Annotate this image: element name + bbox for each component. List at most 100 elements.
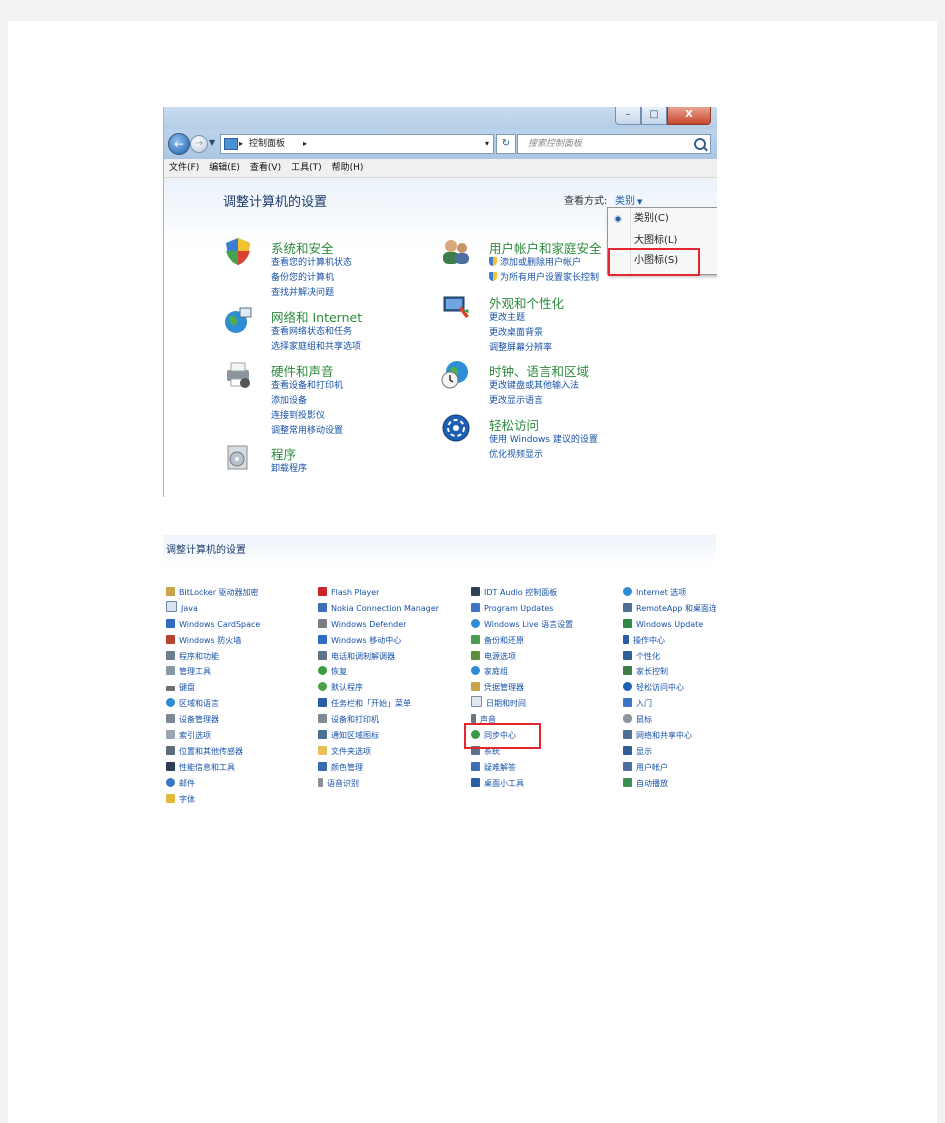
refresh-button[interactable]: ↻ [496,134,516,154]
item-mobility-center[interactable]: Windows 移动中心 [318,633,468,649]
link-homegroup-sharing[interactable]: 选择家庭组和共享选项 [271,340,361,355]
item-troubleshooting[interactable]: 疑难解答 [471,760,621,776]
item-location-sensors[interactable]: 位置和其他传感器 [166,744,316,760]
item-recovery[interactable]: 恢复 [318,664,468,680]
item-java[interactable]: Java [166,600,316,617]
item-remoteapp[interactable]: RemoteApp 和桌面连接 [623,601,716,617]
link-desktop-background[interactable]: 更改桌面背景 [489,326,552,341]
link-windows-recommended[interactable]: 使用 Windows 建议的设置 [489,433,598,448]
category-title[interactable]: 硬件和声音 [271,361,334,380]
item-cardspace[interactable]: Windows CardSpace [166,617,316,633]
link-screen-resolution[interactable]: 调整屏幕分辨率 [489,341,552,356]
item-bitlocker[interactable]: BitLocker 驱动器加密 [166,585,316,601]
item-keyboard[interactable]: 键盘 [166,680,316,696]
item-mail[interactable]: 邮件 [166,776,316,792]
item-date-time[interactable]: 日期和时间 [471,696,621,712]
breadcrumb-arrow-icon[interactable]: ▸ [303,135,307,153]
item-action-center[interactable]: 操作中心 [623,633,716,649]
item-notification-icons[interactable]: 通知区域图标 [318,728,468,744]
item-phone-modem[interactable]: 电话和调制解调器 [318,649,468,665]
menu-view[interactable]: 查看(V) [245,159,286,177]
link-devices-printers[interactable]: 查看设备和打印机 [271,379,343,394]
item-fonts[interactable]: 字体 [166,792,316,808]
item-internet-options[interactable]: Internet 选项 [623,585,716,601]
item-taskbar-start[interactable]: 任务栏和「开始」菜单 [318,696,468,712]
minimize-button[interactable]: – [615,107,641,125]
view-by-dropdown[interactable]: 类别 ▼ [615,192,642,207]
item-personalization[interactable]: 个性化 [623,649,716,665]
forward-button[interactable]: → [190,135,208,153]
item-admin-tools[interactable]: 管理工具 [166,664,316,680]
address-bar[interactable]: ▸ 控制面板 ▸ ▾ [220,134,494,154]
category-title[interactable]: 用户帐户和家庭安全 [489,238,602,257]
link-backup-computer[interactable]: 备份您的计算机 [271,271,352,286]
link-troubleshoot[interactable]: 查找并解决问题 [271,286,352,301]
close-button[interactable]: X [667,107,711,125]
back-button[interactable]: ← [168,133,190,155]
item-nokia[interactable]: Nokia Connection Manager [318,601,468,617]
recent-pages-dropdown[interactable]: ▼ [209,138,215,147]
link-add-remove-accounts[interactable]: 添加或删除用户帐户 [489,256,599,271]
item-devices-printers[interactable]: 设备和打印机 [318,712,468,728]
item-live-language[interactable]: Windows Live 语言设置 [471,617,621,633]
view-option-category[interactable]: 类别(C) [608,209,717,229]
item-getting-started[interactable]: 入门 [623,696,716,712]
item-defender[interactable]: Windows Defender [318,617,468,633]
link-optimize-display[interactable]: 优化视频显示 [489,448,598,463]
red-highlight-box [608,248,700,276]
link-network-status[interactable]: 查看网络状态和任务 [271,325,361,340]
item-folder-options[interactable]: 文件夹选项 [318,744,468,760]
item-mouse[interactable]: 鼠标 [623,712,716,728]
item-default-programs[interactable]: 默认程序 [318,680,468,696]
link-uninstall-program[interactable]: 卸载程序 [271,462,307,477]
link-parental-controls[interactable]: 为所有用户设置家长控制 [489,271,599,286]
item-color-management[interactable]: 颜色管理 [318,760,468,776]
search-input[interactable]: 搜索控制面板 [517,134,711,154]
mobility-icon [318,634,327,644]
category-title[interactable]: 程序 [271,444,296,463]
link-display-language[interactable]: 更改显示语言 [489,394,579,409]
category-title[interactable]: 外观和个性化 [489,293,564,312]
item-power-options[interactable]: 电源选项 [471,649,621,665]
item-windows-update[interactable]: Windows Update [623,617,716,633]
link-change-theme[interactable]: 更改主题 [489,311,552,326]
item-autoplay[interactable]: 自动播放 [623,776,716,792]
menu-help[interactable]: 帮助(H) [327,159,369,177]
link-connect-projector[interactable]: 连接到投影仪 [271,409,343,424]
maximize-button[interactable]: □ [641,107,667,125]
item-homegroup[interactable]: 家庭组 [471,664,621,680]
category-title[interactable]: 系统和安全 [271,238,334,257]
link-add-device[interactable]: 添加设备 [271,394,343,409]
item-parental-controls[interactable]: 家长控制 [623,664,716,680]
item-speech-recognition[interactable]: 语音识别 [318,776,468,792]
item-firewall[interactable]: Windows 防火墙 [166,633,316,649]
menu-file[interactable]: 文件(F) [164,159,204,177]
item-network-sharing[interactable]: 网络和共享中心 [623,728,716,744]
link-keyboard-input[interactable]: 更改键盘或其他输入法 [489,379,579,394]
item-flash-player[interactable]: Flash Player [318,585,468,601]
category-title[interactable]: 网络和 Internet [271,307,362,326]
item-ease-of-access-center[interactable]: 轻松访问中心 [623,680,716,696]
item-credential-manager[interactable]: 凭据管理器 [471,680,621,696]
item-region-language[interactable]: 区域和语言 [166,696,316,712]
link-check-computer-status[interactable]: 查看您的计算机状态 [271,256,352,271]
item-programs-features[interactable]: 程序和功能 [166,649,316,665]
item-display[interactable]: 显示 [623,744,716,760]
item-program-updates[interactable]: Program Updates [471,601,621,617]
item-backup-restore[interactable]: 备份和还原 [471,633,621,649]
item-performance[interactable]: 性能信息和工具 [166,760,316,776]
link-mobility-settings[interactable]: 调整常用移动设置 [271,424,343,439]
item-desktop-gadgets[interactable]: 桌面小工具 [471,776,621,792]
item-device-manager[interactable]: 设备管理器 [166,712,316,728]
item-idt-audio[interactable]: IDT Audio 控制面板 [471,585,621,601]
menu-tools[interactable]: 工具(T) [286,159,327,177]
item-user-accounts[interactable]: 用户帐户 [623,760,716,776]
item-indexing-options[interactable]: 索引选项 [166,728,316,744]
category-title[interactable]: 轻松访问 [489,415,539,434]
breadcrumb-arrow-icon[interactable]: ▸ [239,135,243,153]
search-icon[interactable] [694,138,706,150]
menu-edit[interactable]: 编辑(E) [204,159,245,177]
address-dropdown-icon[interactable]: ▾ [485,135,489,153]
breadcrumb-control-panel[interactable]: 控制面板 [249,135,285,153]
category-title[interactable]: 时钟、语言和区域 [489,361,589,380]
